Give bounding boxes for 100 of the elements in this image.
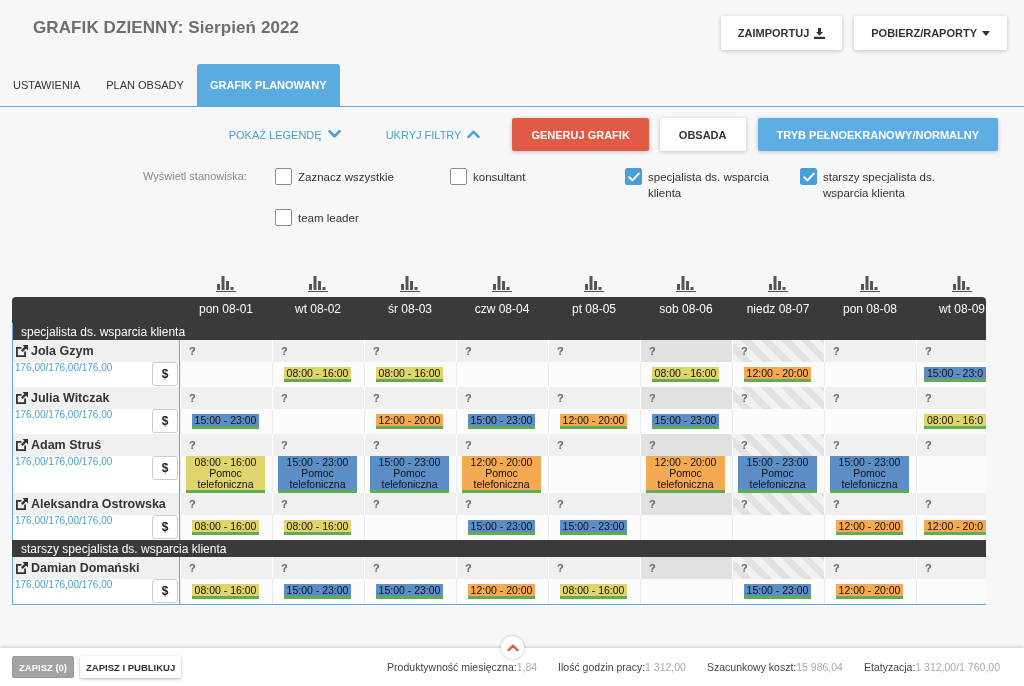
schedule-cell[interactable]: 12:00 - 20:0 <box>916 515 986 540</box>
schedule-cell[interactable] <box>180 362 272 387</box>
availability-mark: ? <box>373 439 380 451</box>
schedule-cell[interactable]: 08:00 - 16:00 <box>180 579 272 604</box>
dollar-button[interactable]: $ <box>152 515 178 539</box>
checkmark-icon <box>802 171 815 182</box>
shift-time: 15:00 - 23:00 <box>746 457 809 468</box>
schedule-cell[interactable]: 08:00 - 16:00 <box>272 362 364 387</box>
bar-chart-icon[interactable] <box>860 276 880 292</box>
schedule-cell[interactable]: 15:00 - 23:00 <box>640 409 732 434</box>
schedule-cell[interactable]: 08:00 - 16:00 <box>180 515 272 540</box>
schedule-cell[interactable] <box>548 362 640 387</box>
checkbox-label: team leader <box>298 211 359 226</box>
day-label: pt 08-05 <box>571 302 616 318</box>
bar-chart-icon[interactable] <box>492 276 512 292</box>
day-label: wt 08-02 <box>295 302 341 318</box>
schedule-cell[interactable]: 12:00 - 20:00 <box>364 409 456 434</box>
schedule-cell[interactable] <box>732 409 824 434</box>
schedule-cell[interactable]: 08:00 - 16:00 <box>548 579 640 604</box>
employee-name: Damian Domański <box>31 561 140 575</box>
stat-value: 1 312,00/1 760,00 <box>915 661 1000 673</box>
bar-chart-icon[interactable] <box>952 276 972 292</box>
schedule-cell[interactable]: 15:00 - 23:00 <box>732 579 824 604</box>
bar-chart-icon[interactable] <box>308 276 328 292</box>
dropdown-button[interactable]: POBIERZ/RAPORTY <box>854 16 1007 50</box>
schedule-cell[interactable] <box>824 409 916 434</box>
availability-mark: ? <box>557 498 564 510</box>
availability-mark: ? <box>465 392 472 404</box>
schedule-cell[interactable]: 15:00 - 23:00 <box>456 409 548 434</box>
checkbox[interactable] <box>275 209 292 226</box>
schedule-cell[interactable]: 12:00 - 20:00 <box>732 362 824 387</box>
availability-mark: ? <box>465 439 472 451</box>
schedule-cell[interactable]: 12:00 - 20:00 <box>824 579 916 604</box>
group-title: starszy specjalista ds. wsparcia klienta <box>21 541 227 556</box>
checkbox[interactable] <box>275 168 292 185</box>
page-title: GRAFIK DZIENNY: Sierpień 2022 <box>33 18 300 38</box>
schedule-cell[interactable]: 15:00 - 23:00 <box>548 515 640 540</box>
schedule-cell[interactable]: 12:00 - 20:00 <box>456 579 548 604</box>
checkbox[interactable] <box>450 168 467 185</box>
bar-chart-icon[interactable] <box>768 276 788 292</box>
schedule-cell[interactable] <box>640 515 732 540</box>
external-link-icon[interactable] <box>16 562 28 574</box>
schedule-cell[interactable] <box>640 579 732 604</box>
checkbox[interactable] <box>800 168 817 185</box>
staffing-button[interactable]: OBSADA <box>659 118 746 151</box>
bar-chart-icon[interactable] <box>584 276 604 292</box>
availability-mark: ? <box>189 562 196 574</box>
chevron-up-icon <box>506 643 519 652</box>
external-link-icon[interactable] <box>16 498 28 510</box>
availability-mark: ? <box>741 439 748 451</box>
schedule-cell[interactable]: 15:00 - 23:00 <box>180 409 272 434</box>
external-link-icon[interactable] <box>16 345 28 357</box>
tab[interactable]: USTAWIENIA <box>0 64 94 106</box>
checkbox[interactable] <box>625 168 642 185</box>
availability-mark: ? <box>189 439 196 451</box>
schedule-cell[interactable] <box>916 579 986 604</box>
dollar-button[interactable]: $ <box>152 579 178 603</box>
import-button[interactable]: ZAIMPORTUJ <box>720 16 843 50</box>
schedule-cell[interactable]: 08:00 - 16:0 <box>916 409 986 434</box>
availability-mark: ? <box>189 498 196 510</box>
bar-chart-icon[interactable] <box>676 276 696 292</box>
schedule-cell[interactable]: 12:00 - 20:00 <box>548 409 640 434</box>
availability-mark: ? <box>649 439 656 451</box>
checkbox-label: starszy specjalista ds. wsparcia klienta <box>823 170 936 201</box>
external-link-icon[interactable] <box>16 439 28 451</box>
stat-label: Ilość godzin pracy: <box>558 661 646 673</box>
tab[interactable]: PLAN OBSADY <box>93 64 197 106</box>
dollar-button[interactable]: $ <box>152 362 178 386</box>
collapse-button[interactable] <box>501 636 524 659</box>
bar-chart-icon[interactable] <box>216 276 236 292</box>
shift-time: 12:00 - 20:00 <box>470 457 533 468</box>
availability-mark: ? <box>281 498 288 510</box>
schedule-cell[interactable]: 08:00 - 16:00 <box>640 362 732 387</box>
generate-button[interactable]: GENERUJ GRAFIK <box>512 118 649 151</box>
availability-mark: ? <box>281 562 288 574</box>
schedule-cell[interactable]: 08:00 - 16:00 <box>364 362 456 387</box>
schedule-cell[interactable]: 12:00 - 20:00 <box>824 515 916 540</box>
availability-mark: ? <box>373 345 380 357</box>
day-label: wt 08-09 <box>939 302 985 318</box>
schedule-cell[interactable] <box>824 362 916 387</box>
schedule-cell[interactable]: 15:00 - 23:0 <box>916 362 986 387</box>
caret-down-icon <box>982 30 990 36</box>
dollar-button[interactable]: $ <box>152 409 178 433</box>
schedule-cell[interactable] <box>732 515 824 540</box>
dollar-button[interactable]: $ <box>152 456 178 480</box>
availability-mark: ? <box>649 392 656 404</box>
schedule-cell[interactable]: 15:00 - 23:00 <box>364 579 456 604</box>
schedule-cell[interactable]: 08:00 - 16:00 <box>272 515 364 540</box>
save-publish-button[interactable]: ZAPISZ I PUBLIKUJ <box>80 656 182 678</box>
group-title: specjalista ds. wsparcia klienta <box>21 324 186 339</box>
availability-mark: ? <box>741 392 748 404</box>
schedule-cell[interactable]: 15:00 - 23:00 <box>456 515 548 540</box>
schedule-cell[interactable] <box>548 456 640 493</box>
shift-note: Pomoc telefoniczna <box>288 468 347 490</box>
availability-mark: ? <box>833 439 840 451</box>
schedule-cell[interactable] <box>364 515 456 540</box>
shift-time: 12:00 - 20:00 <box>654 457 717 468</box>
external-link-icon[interactable] <box>16 392 28 404</box>
bar-chart-icon[interactable] <box>400 276 420 292</box>
schedule-cell[interactable]: 15:00 - 23:00 <box>272 579 364 604</box>
